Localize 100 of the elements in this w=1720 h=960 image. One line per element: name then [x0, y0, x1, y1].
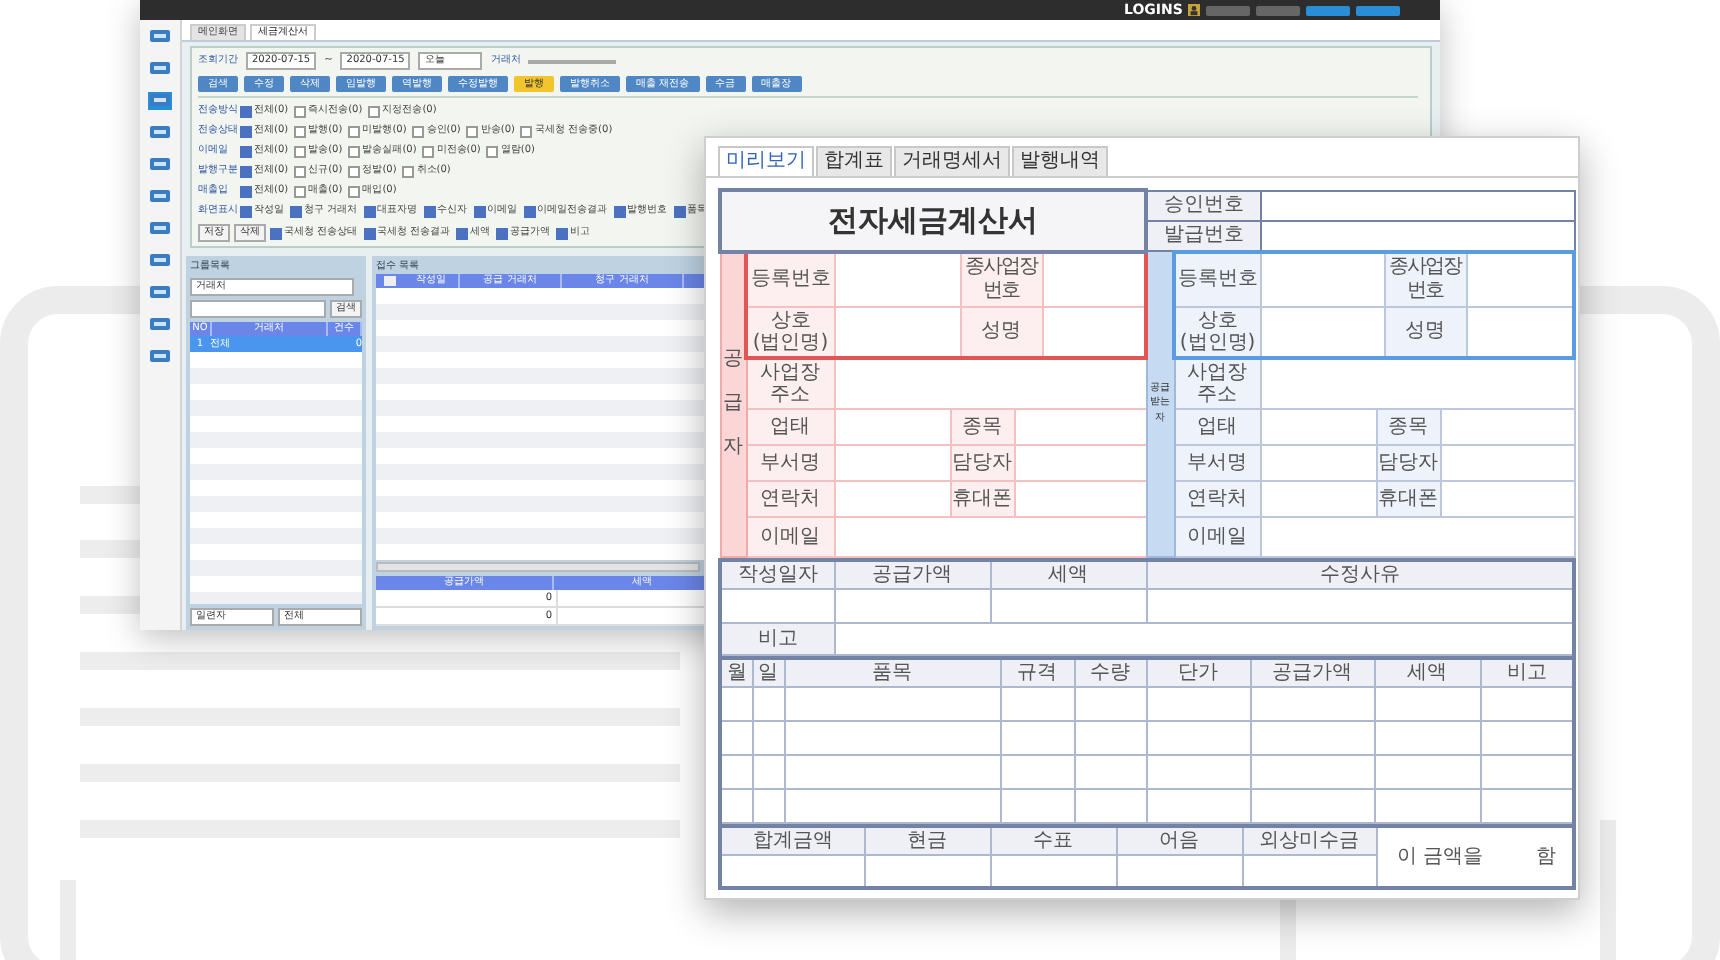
- value-cell: [1074, 721, 1146, 755]
- field-label: 휴대폰: [950, 481, 1014, 517]
- value-cell: [1374, 755, 1480, 789]
- header-button[interactable]: [1206, 5, 1251, 15]
- menu-icon[interactable]: [148, 28, 172, 46]
- column-header: 세액: [1374, 658, 1480, 687]
- value-cell: [1250, 789, 1374, 823]
- field-label: 등록번호: [746, 251, 834, 306]
- value-cell: [720, 687, 752, 721]
- field-label: 성명: [1384, 306, 1467, 357]
- value-cell: [1466, 306, 1575, 357]
- field-label: 상호(법인명): [1174, 306, 1261, 357]
- value-cell: [720, 755, 752, 789]
- tab[interactable]: 미리보기: [718, 146, 814, 176]
- tab[interactable]: 거래명세서: [894, 146, 1010, 176]
- menu-icon[interactable]: [148, 316, 172, 334]
- column-header: 품목: [784, 658, 1000, 687]
- value-cell: [1466, 251, 1575, 306]
- field-label: 업태: [746, 409, 834, 445]
- field-label: 담당자: [950, 445, 1014, 481]
- menu-icon[interactable]: [148, 60, 172, 78]
- column-header: 일: [752, 658, 784, 687]
- menu-icon[interactable]: [148, 92, 172, 110]
- column-header: 어음: [1116, 826, 1242, 855]
- field-label: 종사업장번호: [1384, 251, 1467, 306]
- column-header: 현금: [864, 826, 990, 855]
- value-cell: [752, 789, 784, 823]
- value-cell: [1250, 721, 1374, 755]
- receipt-suffix: 함: [1536, 845, 1556, 868]
- column-header: 수정사유: [1146, 560, 1574, 589]
- checkbox-icon[interactable]: [384, 276, 396, 286]
- value-cell: [1146, 687, 1250, 721]
- value-cell: [1074, 755, 1146, 789]
- value-cell: [1146, 755, 1250, 789]
- value-cell: [1374, 789, 1480, 823]
- value-cell: [1042, 306, 1147, 357]
- field-label: 연락처: [746, 481, 834, 517]
- column-header: 월: [720, 658, 752, 687]
- field-label: 이메일: [1174, 517, 1261, 557]
- tab[interactable]: 발행내역: [1012, 146, 1108, 176]
- field-label: 업태: [1174, 409, 1261, 445]
- field-label: 성명: [960, 306, 1042, 357]
- field-label: 담당자: [1376, 445, 1441, 481]
- menu-icon[interactable]: [148, 252, 172, 270]
- search-field[interactable]: [190, 300, 326, 318]
- menu-icon[interactable]: [148, 124, 172, 142]
- tab[interactable]: 합계표: [816, 146, 892, 176]
- field-label: 승인번호: [1146, 190, 1261, 220]
- field-label: 등록번호: [1174, 251, 1261, 306]
- field-label: 사업장주소: [1174, 357, 1261, 409]
- column-header: 공급가액: [834, 560, 990, 589]
- field-label: 사업장주소: [746, 357, 834, 409]
- value-cell: [1074, 687, 1146, 721]
- value-cell: [834, 409, 950, 445]
- value-cell: [1000, 721, 1074, 755]
- value-cell: [1260, 445, 1377, 481]
- value-cell: [752, 721, 784, 755]
- value-cell: [1250, 687, 1374, 721]
- value-cell: [752, 755, 784, 789]
- menu-icon[interactable]: [148, 188, 172, 206]
- menu-icon[interactable]: [148, 348, 172, 366]
- column-header: 작성일자: [720, 560, 834, 589]
- value-cell: [1250, 755, 1374, 789]
- value-cell: [1000, 789, 1074, 823]
- value-cell: [1440, 445, 1575, 481]
- value-cell: [834, 481, 950, 517]
- menu-icon[interactable]: [148, 156, 172, 174]
- side-label: 공급자: [720, 251, 746, 557]
- field-label: 종목: [950, 409, 1014, 445]
- header-button[interactable]: [1306, 5, 1351, 15]
- column-header: 수량: [1074, 658, 1146, 687]
- field-label: 휴대폰: [1376, 481, 1441, 517]
- field-label: 부서명: [1174, 445, 1261, 481]
- value-cell: [1260, 481, 1377, 517]
- receipt-text: 이 금액을: [1397, 845, 1484, 868]
- value-cell: [1000, 755, 1074, 789]
- header-button[interactable]: [1256, 5, 1301, 15]
- menu-icon[interactable]: [148, 220, 172, 238]
- column-header: 수표: [990, 826, 1116, 855]
- field-label: 연락처: [1174, 481, 1261, 517]
- field-label: 이메일: [746, 517, 834, 557]
- column-header: 합계금액: [720, 826, 864, 855]
- column-header: 세액: [990, 560, 1146, 589]
- value-cell: [1000, 687, 1074, 721]
- value-cell: [1440, 481, 1575, 517]
- value-cell: [1146, 721, 1250, 755]
- value-cell: [834, 445, 950, 481]
- value-cell: [1260, 409, 1377, 445]
- field-label: 부서명: [746, 445, 834, 481]
- menu-icon[interactable]: [148, 284, 172, 302]
- value-cell: [752, 687, 784, 721]
- field-label: 종사업장번호: [960, 251, 1042, 306]
- field-label: 비고: [720, 623, 834, 655]
- column-header: 비고: [1480, 658, 1574, 687]
- field-label: 상호(법인명): [746, 306, 834, 357]
- column-header: 규격: [1000, 658, 1074, 687]
- scrollbar[interactable]: [376, 562, 700, 572]
- value-cell: [1146, 789, 1250, 823]
- column-header: 단가: [1146, 658, 1250, 687]
- header-button[interactable]: [1356, 5, 1401, 15]
